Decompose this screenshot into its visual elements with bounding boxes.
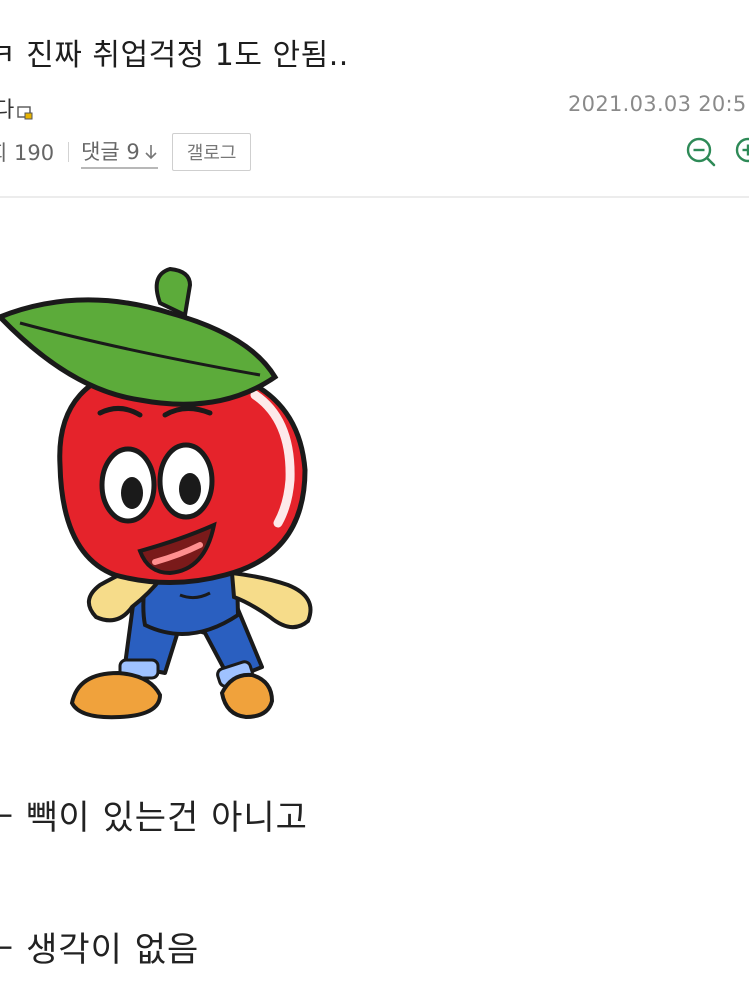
meta-divider — [68, 142, 70, 162]
apple-mascot-image — [0, 255, 340, 735]
post-body-line-1: ㅡ 빽이 있는건 아니고 — [0, 798, 308, 838]
fixed-nick-icon — [17, 101, 33, 120]
post-date: 2021.03.03 20:5 — [568, 92, 747, 116]
author-nickname[interactable]: 다 — [0, 92, 14, 124]
post-body-line-2: ㅡ 생각이 없음 — [0, 930, 200, 970]
post-meta: 회 190 댓글 9 갤로그 — [0, 133, 252, 171]
zoom-out-icon[interactable] — [684, 135, 718, 169]
header-divider — [0, 196, 749, 198]
view-count: 회 190 — [0, 141, 55, 165]
post-author[interactable]: 다 — [0, 92, 33, 124]
gallog-button[interactable]: 갤로그 — [171, 133, 252, 171]
zoom-in-icon[interactable] — [733, 135, 749, 169]
arrow-down-icon — [144, 142, 158, 160]
comment-count-link[interactable]: 댓글 9 — [81, 136, 158, 169]
post-title: ㅋ 진짜 취업걱정 1도 안됨.. — [0, 38, 349, 73]
comment-count[interactable]: 댓글 9 — [81, 136, 140, 166]
